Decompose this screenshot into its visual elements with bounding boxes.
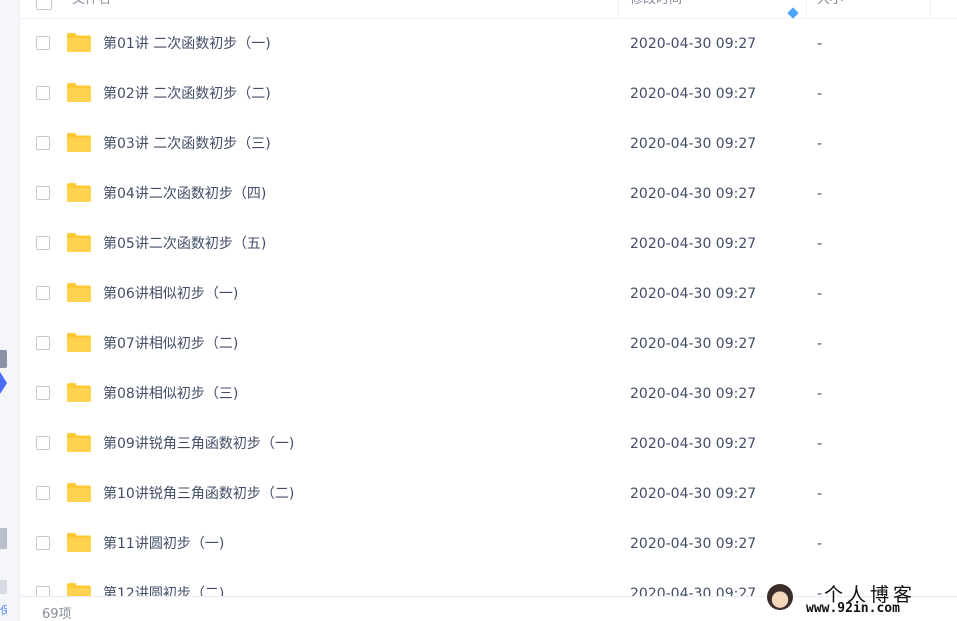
file-row[interactable]: 第01讲 二次函数初步（一) 2020-04-30 09:27 - xyxy=(20,19,957,69)
row-checkbox[interactable] xyxy=(36,486,50,500)
file-name-link[interactable]: 第01讲 二次函数初步（一) xyxy=(103,19,271,69)
file-name-link[interactable]: 第11讲圆初步（一) xyxy=(103,519,224,569)
row-checkbox[interactable] xyxy=(36,386,50,400)
file-modified-time: 2020-04-30 09:27 xyxy=(630,36,757,52)
file-name-link[interactable]: 第07讲相似初步（二) xyxy=(103,319,238,369)
folder-icon[interactable] xyxy=(66,82,92,103)
file-name-link[interactable]: 第12讲圆初步（二) xyxy=(103,569,224,596)
row-checkbox[interactable] xyxy=(36,536,50,550)
file-size: - xyxy=(817,536,823,552)
file-row[interactable]: 第08讲相似初步（三) 2020-04-30 09:27 - xyxy=(20,369,957,419)
folder-icon[interactable] xyxy=(66,382,92,403)
file-modified-time: 2020-04-30 09:27 xyxy=(630,336,757,352)
column-divider[interactable] xyxy=(930,0,931,18)
folder-icon[interactable] xyxy=(66,132,92,153)
file-name-link[interactable]: 第06讲相似初步（一) xyxy=(103,269,238,319)
select-all-checkbox[interactable] xyxy=(36,0,52,10)
file-modified-time: 2020-04-30 09:27 xyxy=(630,386,757,402)
column-header-size[interactable]: 大小 xyxy=(817,0,843,18)
file-size: - xyxy=(817,186,823,202)
watermark-url: www.92in.com xyxy=(806,601,900,616)
file-size: - xyxy=(817,386,823,402)
file-modified-time: 2020-04-30 09:27 xyxy=(630,236,757,252)
folder-icon[interactable] xyxy=(66,482,92,503)
file-name-link[interactable]: 第02讲 二次函数初步（二) xyxy=(103,69,271,119)
folder-icon[interactable] xyxy=(66,32,92,53)
sidebar-indicator xyxy=(0,528,7,549)
file-size: - xyxy=(817,86,823,102)
file-size: - xyxy=(817,236,823,252)
sidebar-label[interactable]: 保 xyxy=(0,603,7,619)
file-row[interactable]: 第09讲锐角三角函数初步（一) 2020-04-30 09:27 - xyxy=(20,419,957,469)
folder-icon[interactable] xyxy=(66,332,92,353)
file-name-link[interactable]: 第04讲二次函数初步（四) xyxy=(103,169,266,219)
watermark-avatar-icon xyxy=(767,584,793,610)
file-size: - xyxy=(817,486,823,502)
expand-arrow-icon[interactable] xyxy=(0,372,7,394)
file-modified-time: 2020-04-30 09:27 xyxy=(630,536,757,552)
file-modified-time: 2020-04-30 09:27 xyxy=(630,136,757,152)
file-modified-time: 2020-04-30 09:27 xyxy=(630,486,757,502)
file-list: 第01讲 二次函数初步（一) 2020-04-30 09:27- 第02讲 二次函数… xyxy=(20,19,957,596)
folder-icon[interactable] xyxy=(66,282,92,303)
sidebar-strip: 保 xyxy=(0,0,20,621)
sidebar-indicator xyxy=(0,580,7,594)
file-row[interactable]: 第03讲 二次函数初步（三) 2020-04-30 09:27 - xyxy=(20,119,957,169)
folder-icon[interactable] xyxy=(66,432,92,453)
file-modified-time: 2020-04-30 09:27 xyxy=(630,86,757,102)
file-name-link[interactable]: 第05讲二次函数初步（五) xyxy=(103,219,266,269)
row-checkbox[interactable] xyxy=(36,286,50,300)
file-modified-time: 2020-04-30 09:27 xyxy=(630,186,757,202)
file-row[interactable]: 第06讲相似初步（一) 2020-04-30 09:27 - xyxy=(20,269,957,319)
file-modified-time: 2020-04-30 09:27 xyxy=(630,436,757,452)
row-checkbox[interactable] xyxy=(36,136,50,150)
file-list-header: 文件名 修改时间 大小 xyxy=(20,0,957,19)
row-checkbox[interactable] xyxy=(36,86,50,100)
column-header-name[interactable]: 文件名 xyxy=(72,0,111,18)
file-name-link[interactable]: 第03讲 二次函数初步（三) xyxy=(103,119,271,169)
row-checkbox[interactable] xyxy=(36,436,50,450)
column-divider[interactable] xyxy=(618,0,619,18)
folder-icon[interactable] xyxy=(66,232,92,253)
collapse-handle[interactable] xyxy=(0,350,7,368)
column-header-modified-time[interactable]: 修改时间 xyxy=(630,0,682,18)
file-modified-time: 2020-04-30 09:27 xyxy=(630,586,757,596)
folder-icon[interactable] xyxy=(66,532,92,553)
file-row[interactable]: 第07讲相似初步（二) 2020-04-30 09:27 - xyxy=(20,319,957,369)
file-name-link[interactable]: 第09讲锐角三角函数初步（一) xyxy=(103,419,294,469)
file-row[interactable]: 第02讲 二次函数初步（二) 2020-04-30 09:27 - xyxy=(20,69,957,119)
row-checkbox[interactable] xyxy=(36,336,50,350)
file-size: - xyxy=(817,436,823,452)
file-size: - xyxy=(817,286,823,302)
row-checkbox[interactable] xyxy=(36,36,50,50)
folder-icon[interactable] xyxy=(66,582,92,596)
file-row[interactable]: 第11讲圆初步（一) 2020-04-30 09:27 - xyxy=(20,519,957,569)
row-checkbox[interactable] xyxy=(36,236,50,250)
folder-icon[interactable] xyxy=(66,182,92,203)
file-size: - xyxy=(817,136,823,152)
item-count: 69项 xyxy=(42,607,72,621)
file-row[interactable]: 第04讲二次函数初步（四) 2020-04-30 09:27 - xyxy=(20,169,957,219)
file-name-link[interactable]: 第10讲锐角三角函数初步（二) xyxy=(103,469,294,519)
blog-watermark: 个人博客 www.92in.com xyxy=(764,578,957,621)
file-name-link[interactable]: 第08讲相似初步（三) xyxy=(103,369,238,419)
row-checkbox[interactable] xyxy=(36,186,50,200)
row-checkbox[interactable] xyxy=(36,586,50,596)
file-row[interactable]: 第10讲锐角三角函数初步（二) 2020-04-30 09:27 - xyxy=(20,469,957,519)
file-row[interactable]: 第05讲二次函数初步（五) 2020-04-30 09:27 - xyxy=(20,219,957,269)
sort-descending-icon[interactable] xyxy=(787,7,799,19)
column-divider[interactable] xyxy=(806,0,807,18)
file-manager-window: 保 文件名 修改时间 大小 第01讲 二次函数初步（一) 2020-04-30 0… xyxy=(0,0,957,621)
file-size: - xyxy=(817,336,823,352)
file-size: - xyxy=(817,36,823,52)
file-modified-time: 2020-04-30 09:27 xyxy=(630,286,757,302)
